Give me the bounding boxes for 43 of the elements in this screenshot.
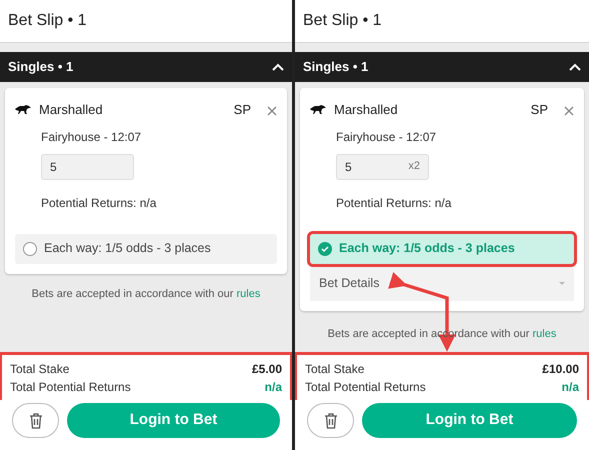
close-icon[interactable] <box>267 106 277 116</box>
total-stake-label: Total Stake <box>305 361 364 378</box>
checkmark-icon <box>318 242 332 256</box>
login-button[interactable]: Login to Bet <box>67 403 280 438</box>
stake-field[interactable]: 5 x2 <box>336 154 429 180</box>
total-stake-value: £5.00 <box>252 361 282 378</box>
radio-icon <box>23 242 37 256</box>
price-text: SP <box>530 101 548 119</box>
rules-text: Bets are accepted in accordance with our rules <box>30 286 262 302</box>
chevron-icon[interactable] <box>272 63 284 71</box>
selection-name: Marshalled <box>334 101 398 119</box>
section-title: Singles • 1 <box>8 58 74 76</box>
rules-link[interactable]: rules <box>236 288 260 300</box>
close-icon[interactable] <box>564 106 574 116</box>
each-way-option[interactable]: Each way: 1/5 odds - 3 places <box>15 234 277 264</box>
each-way-option[interactable]: Each way: 1/5 odds - 3 places <box>310 234 574 264</box>
delete-button[interactable] <box>307 403 354 438</box>
caret-icon <box>559 282 565 286</box>
delete-button[interactable] <box>12 403 59 438</box>
event-text: Fairyhouse - 12:07 <box>336 128 438 146</box>
total-returns-label: Total Potential Returns <box>305 379 426 396</box>
event-text: Fairyhouse - 12:07 <box>41 128 142 146</box>
trash-icon <box>324 412 338 428</box>
total-stake-value: £10.00 <box>542 361 579 378</box>
section-title: Singles • 1 <box>303 58 368 76</box>
chevron-icon[interactable] <box>569 63 581 71</box>
bet-details-dropdown[interactable]: Bet Details <box>310 266 574 300</box>
total-stake-label: Total Stake <box>10 361 70 378</box>
stake-field[interactable]: 5 <box>41 154 134 180</box>
horse-icon <box>15 105 31 114</box>
selection-name: Marshalled <box>39 101 103 119</box>
horse-icon <box>310 105 326 114</box>
bet-slip-title: Bet Slip • 1 <box>303 11 382 31</box>
bet-slip-title: Bet Slip • 1 <box>8 11 87 31</box>
total-returns-label: Total Potential Returns <box>10 379 131 396</box>
login-button[interactable]: Login to Bet <box>362 403 577 438</box>
potential-returns-text: Potential Returns: n/a <box>41 194 158 212</box>
rules-link[interactable]: rules <box>532 328 556 340</box>
total-returns-value: n/a <box>562 379 579 396</box>
potential-returns-text: Potential Returns: n/a <box>336 194 452 212</box>
trash-icon <box>28 412 42 428</box>
price-text: SP <box>234 101 251 119</box>
total-returns-value: n/a <box>264 379 282 396</box>
